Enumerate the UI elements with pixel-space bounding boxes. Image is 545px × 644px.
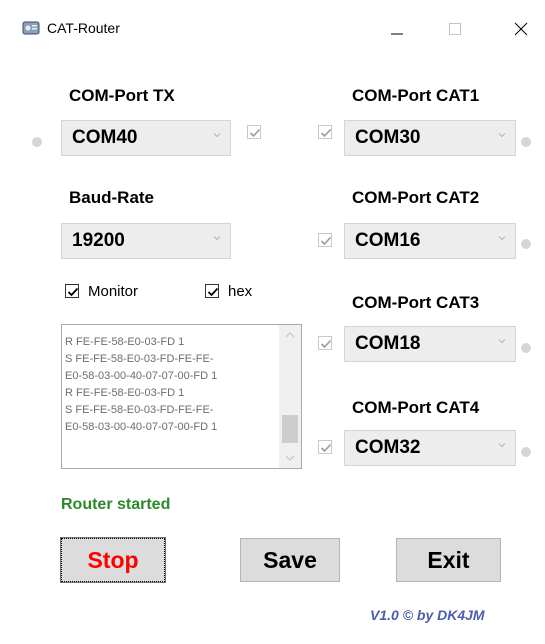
window-title: CAT-Router [47, 20, 120, 36]
log-line: E0-58-03-00-40-07-07-00-FD 1 [65, 370, 218, 382]
log-scrollbar[interactable] [279, 325, 301, 468]
minimize-icon [391, 33, 403, 35]
log-line: R FE-FE-58-E0-03-FD 1 [65, 336, 185, 348]
scroll-down-icon[interactable] [285, 454, 295, 462]
app-icon [22, 21, 40, 35]
cat2-enable-checkbox[interactable] [318, 233, 332, 247]
save-button[interactable]: Save [240, 538, 340, 582]
check-icon [320, 128, 332, 138]
cat1-label: COM-Port CAT1 [352, 86, 480, 105]
cat4-port-select[interactable]: COM32 [344, 430, 516, 466]
cat3-enable-checkbox[interactable] [318, 336, 332, 350]
monitor-checkbox[interactable] [65, 284, 79, 298]
cat4-enable-checkbox[interactable] [318, 440, 332, 454]
status-text: Router started [61, 496, 171, 513]
hex-label: hex [228, 283, 253, 300]
check-icon [320, 236, 332, 246]
cat2-port-select[interactable]: COM16 [344, 223, 516, 259]
log-line: E0-58-03-00-40-07-07-00-FD 1 [65, 421, 218, 433]
scroll-up-icon[interactable] [285, 331, 295, 339]
check-icon [207, 287, 219, 297]
check-icon [320, 443, 332, 453]
cat1-port-select[interactable]: COM30 [344, 120, 516, 156]
close-icon [514, 22, 528, 36]
monitor-log[interactable]: R FE-FE-58-E0-03-FD 1 S FE-FE-58-E0-03-F… [61, 324, 302, 469]
cat2-label: COM-Port CAT2 [352, 188, 480, 207]
stop-button[interactable]: Stop [60, 537, 166, 583]
cat1-port-value: COM30 [355, 127, 421, 148]
save-button-label: Save [263, 546, 317, 573]
tx-port-value: COM40 [72, 127, 138, 148]
monitor-label: Monitor [88, 283, 139, 300]
chevron-down-icon [498, 443, 506, 448]
check-icon [67, 287, 79, 297]
cat4-status-led [521, 447, 531, 457]
log-line: S FE-FE-58-E0-03-FD-FE-FE- [65, 404, 214, 416]
baud-rate-select[interactable]: 19200 [61, 223, 231, 259]
check-icon [249, 128, 261, 138]
cat4-port-value: COM32 [355, 437, 421, 458]
version-text: V1.0 © by DK4JM [370, 607, 485, 623]
chevron-down-icon [213, 236, 221, 241]
tx-enable-checkbox[interactable] [247, 125, 261, 139]
tx-status-led [32, 137, 42, 147]
log-line: R FE-FE-58-E0-03-FD 1 [65, 387, 185, 399]
chevron-down-icon [213, 133, 221, 138]
maximize-icon [449, 23, 461, 35]
tx-label: COM-Port TX [69, 86, 175, 105]
cat3-status-led [521, 343, 531, 353]
cat3-port-value: COM18 [355, 333, 421, 354]
chevron-down-icon [498, 236, 506, 241]
baud-label: Baud-Rate [69, 188, 155, 207]
close-button[interactable] [498, 14, 544, 44]
log-line: S FE-FE-58-E0-03-FD-FE-FE- [65, 353, 214, 365]
cat3-port-select[interactable]: COM18 [344, 326, 516, 362]
cat1-enable-checkbox[interactable] [318, 125, 332, 139]
maximize-button[interactable] [432, 14, 478, 44]
cat4-label: COM-Port CAT4 [352, 398, 480, 417]
stop-button-label: Stop [87, 546, 139, 573]
cat3-label: COM-Port CAT3 [352, 293, 480, 312]
minimize-button[interactable] [374, 14, 420, 44]
cat1-status-led [521, 137, 531, 147]
tx-port-select[interactable]: COM40 [61, 120, 231, 156]
baud-rate-value: 19200 [72, 230, 125, 251]
title-bar: CAT-Router [0, 0, 545, 62]
check-icon [320, 339, 332, 349]
scroll-thumb[interactable] [282, 415, 298, 443]
cat2-port-value: COM16 [355, 230, 421, 251]
hex-checkbox[interactable] [205, 284, 219, 298]
chevron-down-icon [498, 339, 506, 344]
chevron-down-icon [498, 133, 506, 138]
cat2-status-led [521, 239, 531, 249]
exit-button[interactable]: Exit [396, 538, 501, 582]
exit-button-label: Exit [427, 546, 470, 573]
